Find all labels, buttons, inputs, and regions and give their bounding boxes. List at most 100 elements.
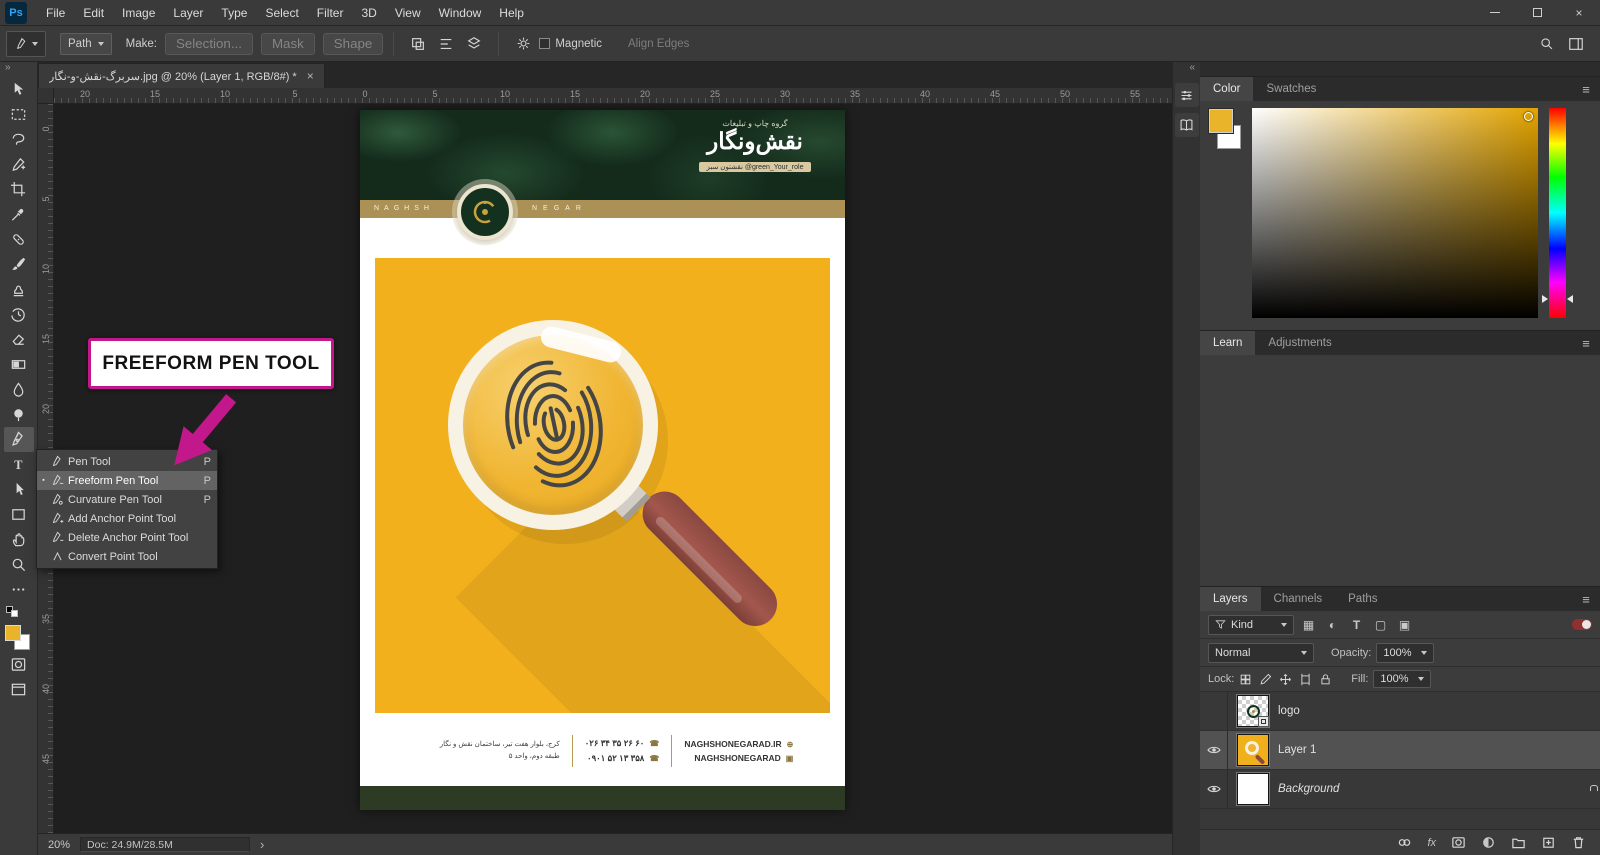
menu-item-delete-anchor-point-tool[interactable]: Delete Anchor Point Tool (37, 528, 217, 547)
layer-name[interactable]: Layer 1 (1278, 744, 1316, 756)
layer-row-background[interactable]: Background (1200, 770, 1600, 809)
path-alignment-button[interactable] (433, 32, 459, 56)
menu-layer[interactable]: Layer (164, 0, 212, 26)
lock-pixels-icon[interactable] (1259, 673, 1272, 686)
visibility-toggle[interactable] (1200, 731, 1228, 769)
eraser-tool[interactable] (4, 327, 34, 352)
menu-filter[interactable]: Filter (308, 0, 353, 26)
type-tool[interactable]: T (4, 452, 34, 477)
pen-options-gear-button[interactable] (510, 32, 536, 56)
lock-position-icon[interactable] (1279, 673, 1292, 686)
document-tab[interactable]: سربرگ-نقش-و-نگار.jpg @ 20% (Layer 1, RGB… (38, 63, 325, 88)
horizontal-ruler[interactable]: 20 15 10 5 0 5 10 15 20 25 30 35 40 45 50 55 (54, 88, 1172, 104)
ruler-origin-corner[interactable] (38, 88, 54, 104)
dodge-tool[interactable] (4, 402, 34, 427)
filter-type-layers-icon[interactable]: T (1347, 618, 1366, 632)
move-tool[interactable] (4, 77, 34, 102)
opacity-field[interactable]: 100% (1376, 642, 1435, 663)
tab-channels[interactable]: Channels (1261, 587, 1336, 611)
menu-3d[interactable]: 3D (352, 0, 385, 26)
path-arrangement-button[interactable] (461, 32, 487, 56)
menu-item-curvature-pen-tool[interactable]: Curvature Pen Tool P (37, 490, 217, 509)
collapsed-panel-libraries[interactable] (1174, 113, 1199, 137)
menu-item-convert-point-tool[interactable]: Convert Point Tool (37, 547, 217, 566)
layer-row-logo[interactable]: logo (1200, 692, 1600, 731)
eyedropper-tool[interactable] (4, 202, 34, 227)
zoom-level-field[interactable]: 20% (48, 839, 70, 851)
filter-shape-layers-icon[interactable]: ▢ (1371, 618, 1390, 632)
tab-paths[interactable]: Paths (1335, 587, 1390, 611)
spot-healing-brush-tool[interactable] (4, 227, 34, 252)
menu-help[interactable]: Help (490, 0, 533, 26)
clone-stamp-tool[interactable] (4, 277, 34, 302)
visibility-toggle[interactable] (1200, 692, 1228, 730)
blur-tool[interactable] (4, 377, 34, 402)
new-group-icon[interactable] (1511, 835, 1526, 850)
filter-adjustment-layers-icon[interactable]: ◐ (1323, 618, 1342, 632)
visibility-toggle[interactable] (1200, 770, 1228, 808)
layer-thumbnail[interactable] (1237, 734, 1269, 766)
toolbar-collapse-button[interactable]: » (0, 62, 37, 77)
layer-name[interactable]: logo (1278, 705, 1300, 717)
filter-pixel-layers-icon[interactable]: ▦ (1299, 618, 1318, 632)
make-mask-button[interactable]: Mask (260, 32, 315, 55)
pen-tool[interactable] (3, 427, 34, 452)
make-selection-button[interactable]: Selection... (165, 32, 253, 55)
object-selection-tool[interactable] (4, 152, 34, 177)
path-operations-button[interactable] (405, 32, 431, 56)
tab-adjustments[interactable]: Adjustments (1255, 331, 1344, 355)
hand-tool[interactable] (4, 527, 34, 552)
zoom-tool[interactable] (4, 552, 34, 577)
lock-transparency-icon[interactable] (1239, 673, 1252, 686)
screen-mode-button[interactable] (4, 677, 34, 702)
history-brush-tool[interactable] (4, 302, 34, 327)
dock-collapse-button[interactable]: « (1173, 62, 1200, 77)
restore-button[interactable] (1516, 0, 1558, 26)
brush-tool[interactable] (4, 252, 34, 277)
menu-select[interactable]: Select (256, 0, 307, 26)
layer-effects-icon[interactable]: fx (1427, 837, 1436, 849)
tab-color[interactable]: Color (1200, 77, 1254, 101)
new-adjustment-layer-icon[interactable] (1481, 835, 1496, 850)
tool-mode-select[interactable]: Path (60, 32, 112, 55)
delete-layer-icon[interactable] (1571, 835, 1586, 850)
rectangular-marquee-tool[interactable] (4, 102, 34, 127)
fill-field[interactable]: 100% (1373, 670, 1432, 688)
collapsed-panel-properties[interactable] (1174, 83, 1199, 107)
filter-kind-select[interactable]: Kind (1208, 614, 1294, 635)
menu-image[interactable]: Image (113, 0, 164, 26)
link-layers-icon[interactable] (1397, 835, 1412, 850)
tab-layers[interactable]: Layers (1200, 587, 1261, 611)
rectangle-tool[interactable] (4, 502, 34, 527)
menu-window[interactable]: Window (430, 0, 491, 26)
layer-row-layer-1[interactable]: Layer 1 (1200, 731, 1600, 770)
tab-swatches[interactable]: Swatches (1253, 77, 1329, 101)
menu-item-add-anchor-point-tool[interactable]: Add Anchor Point Tool (37, 509, 217, 528)
make-shape-button[interactable]: Shape (322, 32, 384, 55)
workspace-switcher-icon[interactable] (1568, 36, 1584, 52)
layer-thumbnail[interactable] (1237, 695, 1269, 727)
blend-mode-select[interactable]: Normal (1208, 642, 1314, 663)
hue-slider[interactable] (1542, 108, 1573, 318)
panel-menu-icon[interactable]: ≡ (1572, 331, 1600, 355)
default-colors-button[interactable] (6, 606, 20, 618)
foreground-color-swatch[interactable] (1209, 109, 1233, 133)
menu-type[interactable]: Type (212, 0, 256, 26)
panel-menu-icon[interactable]: ≡ (1572, 587, 1600, 611)
document-canvas[interactable]: گروه چاپ و تبلیغات نقش‌ونگار نقشتون سبز … (360, 110, 845, 810)
quick-mask-mode-button[interactable] (4, 652, 34, 677)
crop-tool[interactable] (4, 177, 34, 202)
menu-view[interactable]: View (386, 0, 430, 26)
menu-file[interactable]: File (37, 0, 74, 26)
edit-toolbar-ellipsis[interactable] (4, 577, 34, 602)
new-layer-icon[interactable] (1541, 835, 1556, 850)
saturation-brightness-field[interactable] (1252, 108, 1538, 318)
filter-smart-objects-icon[interactable]: ▣ (1395, 618, 1414, 632)
minimize-button[interactable] (1474, 0, 1516, 26)
menu-edit[interactable]: Edit (74, 0, 113, 26)
add-layer-mask-icon[interactable] (1451, 835, 1466, 850)
tool-preset-picker[interactable] (6, 30, 46, 57)
tab-learn[interactable]: Learn (1200, 331, 1256, 355)
layer-thumbnail[interactable] (1237, 773, 1269, 805)
magnetic-checkbox[interactable] (539, 38, 551, 49)
